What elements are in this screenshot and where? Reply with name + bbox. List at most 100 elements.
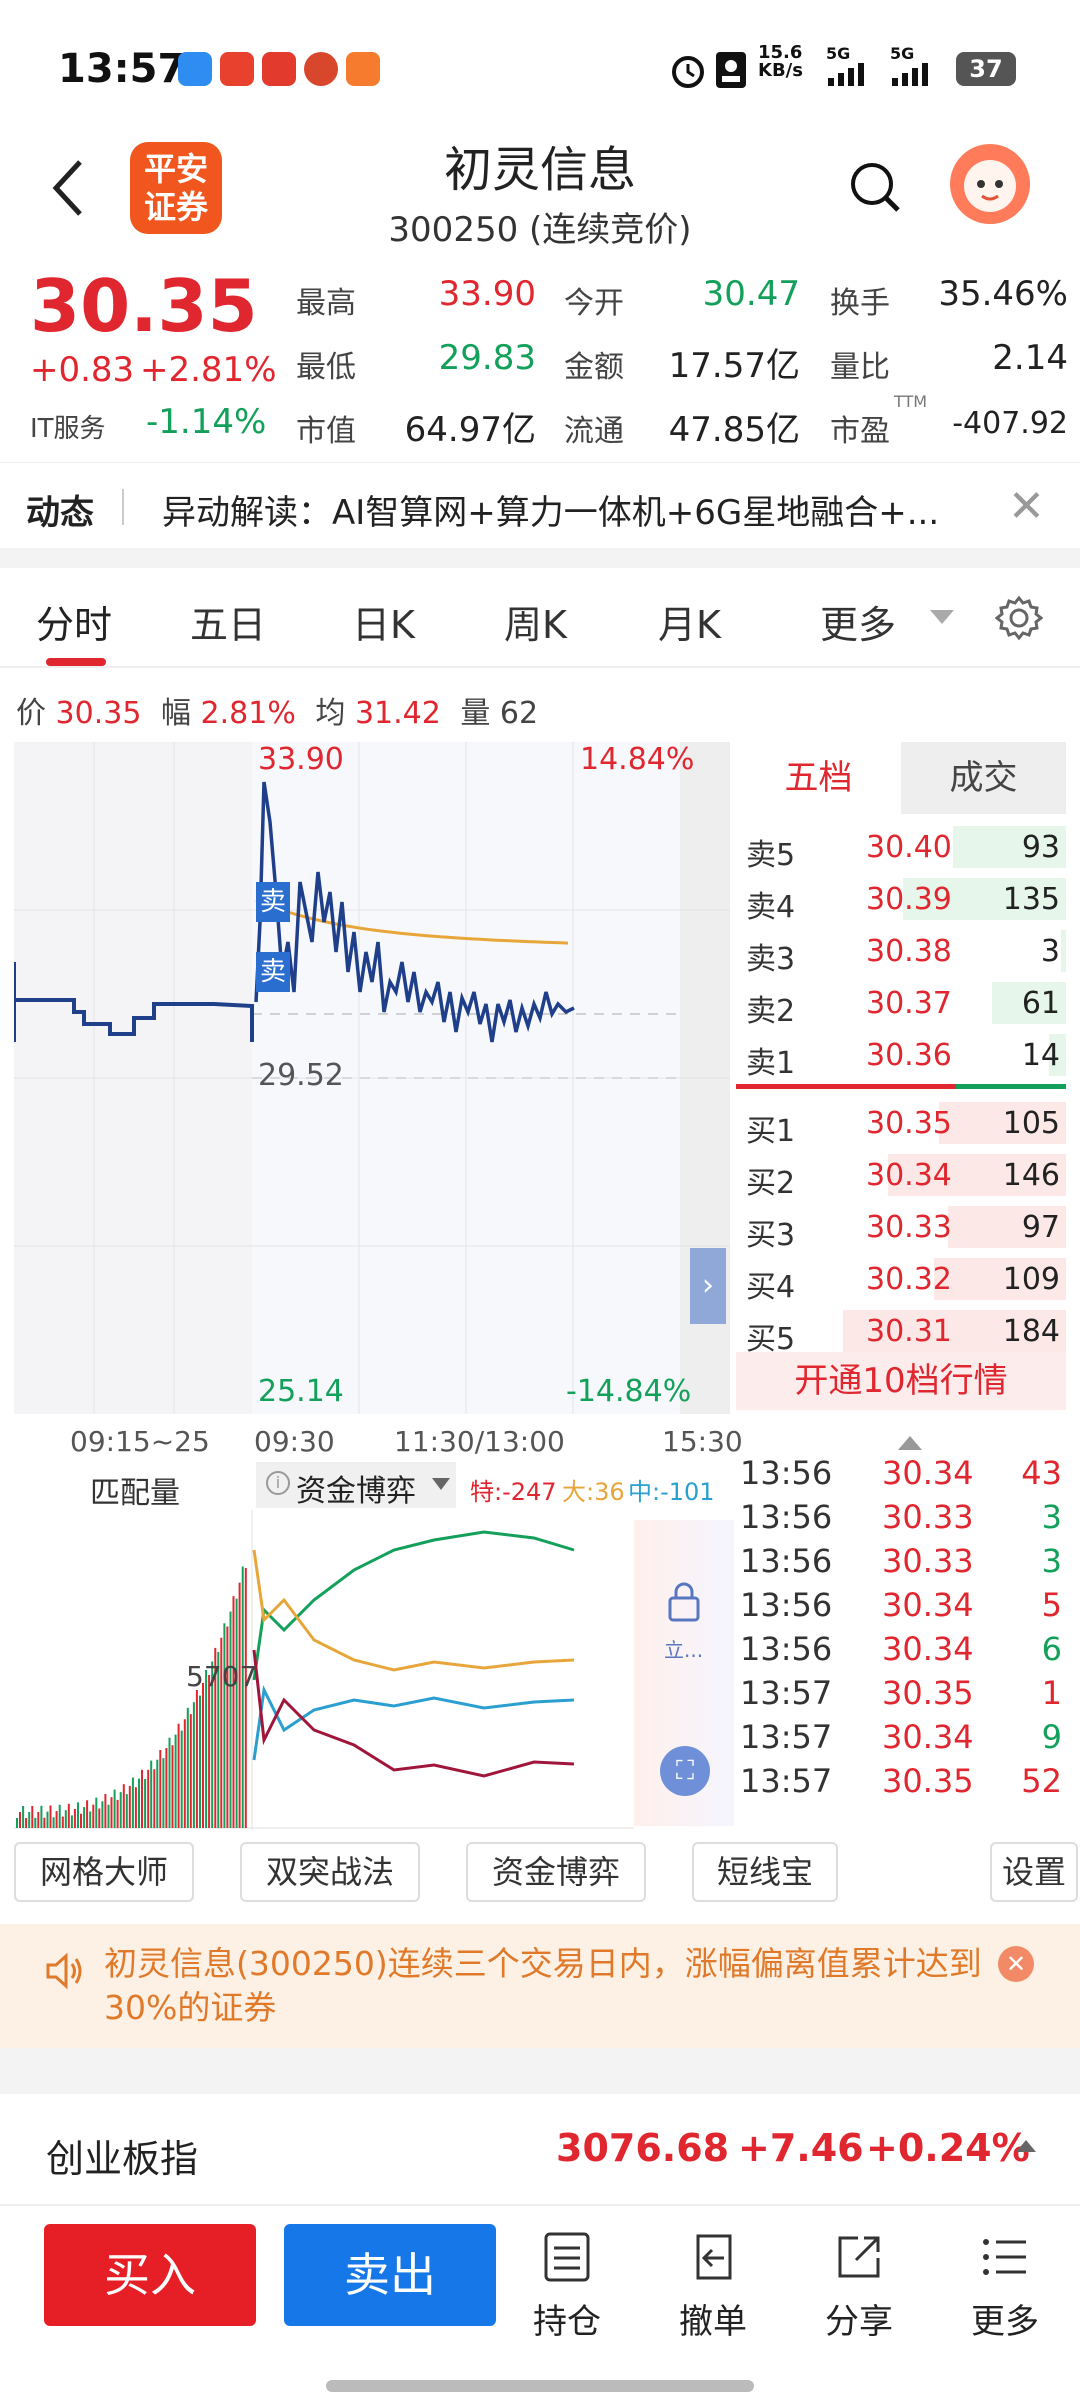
app-notification-icon [220, 52, 254, 86]
home-indicator[interactable] [326, 2380, 754, 2392]
bid-row[interactable]: 买5 30.31 184 [736, 1306, 1066, 1357]
tab-more[interactable]: 更多 [820, 594, 896, 649]
bid-row[interactable]: 买2 30.34 146 [736, 1150, 1066, 1201]
big-flow: 大:36 [562, 1478, 625, 1506]
trade-price: 30.34 [882, 1586, 974, 1624]
auction-volume-bar [235, 1598, 238, 1828]
chevron-up-icon[interactable] [898, 1436, 922, 1450]
locked-feature-pane[interactable]: 立... ⛶ [634, 1520, 734, 1826]
more-button[interactable]: 更多 [950, 2224, 1060, 2344]
chart-top-price: 33.90 [258, 742, 344, 777]
gear-icon[interactable] [995, 594, 1043, 642]
time-axis-label: 09:15~25 [70, 1425, 210, 1458]
trade-price: 30.34 [882, 1454, 974, 1492]
strategy-chip-double-breakout[interactable]: 双突战法 [240, 1842, 420, 1902]
close-icon[interactable]: ✕ [998, 1946, 1034, 1982]
auction-volume-bar [138, 1778, 140, 1828]
ask-row[interactable]: 卖5 30.40 93 [736, 822, 1066, 873]
auction-volume-bar [34, 1817, 37, 1828]
index-row[interactable]: 创业板指 3076.68 +7.46 +0.24% [0, 2100, 1080, 2200]
auction-volume-bar [208, 1674, 211, 1828]
trade-time: 13:57 [740, 1762, 833, 1800]
app-notification-icon [304, 52, 338, 86]
sell-marker[interactable]: 卖 [256, 952, 290, 992]
auction-volume-bar [183, 1719, 186, 1828]
bid-volume: 105 [1002, 1106, 1060, 1141]
time-axis-label: 15:30 [662, 1425, 743, 1458]
tab-daily-k[interactable]: 日K [352, 594, 415, 649]
auction-volume-bar [241, 1566, 244, 1828]
chevron-up-icon[interactable] [1016, 2140, 1036, 2152]
news-text[interactable]: 异动解读：AI智算网+算力一体机+6G星地融合+... [162, 485, 1002, 534]
sell-button[interactable]: 卖出 [284, 2224, 496, 2326]
open-10-levels-button[interactable]: 开通10档行情 [736, 1352, 1066, 1410]
share-button[interactable]: 分享 [804, 2224, 914, 2344]
tab-five-levels[interactable]: 五档 [736, 742, 901, 814]
ask-row[interactable]: 卖2 30.37 61 [736, 978, 1066, 1029]
auction-volume-bar [89, 1811, 92, 1828]
auction-volume-bar [77, 1802, 79, 1828]
fullscreen-icon[interactable]: ⛶ [660, 1746, 710, 1796]
auction-volume-bar [98, 1808, 101, 1828]
sector-name[interactable]: IT服务 [30, 408, 106, 445]
auction-volume-bar [49, 1805, 52, 1828]
ask-row[interactable]: 卖4 30.39 135 [736, 874, 1066, 925]
tab-five-day[interactable]: 五日 [190, 594, 266, 649]
avatar[interactable] [950, 144, 1030, 224]
auction-volume-bar [125, 1794, 128, 1828]
tab-intraday[interactable]: 分时 [36, 594, 112, 649]
strategy-chip-fund-game[interactable]: 资金博弈 [466, 1842, 646, 1902]
bottom-action-bar: 买入 卖出 持仓 撤单 分享 更多 [0, 2204, 1080, 2400]
app-notification-icon [262, 52, 296, 86]
auction-volume-bar [153, 1769, 156, 1828]
bid-row[interactable]: 买3 30.33 97 [736, 1202, 1066, 1253]
tab-weekly-k[interactable]: 周K [504, 594, 567, 649]
ask-level-label: 卖2 [746, 994, 796, 1029]
auction-volume-bar [229, 1611, 232, 1828]
expand-panel-button[interactable]: › [690, 1248, 726, 1324]
cancel-order-button[interactable]: 撤单 [658, 2224, 768, 2344]
bid-price: 30.32 [866, 1262, 952, 1297]
tab-trades[interactable]: 成交 [901, 742, 1066, 814]
close-icon[interactable]: ✕ [1008, 481, 1045, 532]
bid-row[interactable]: 买4 30.32 109 [736, 1254, 1066, 1305]
strategy-chip-grid-master[interactable]: 网格大师 [14, 1842, 194, 1902]
info-icon[interactable]: i [266, 1471, 290, 1495]
section-divider [0, 548, 1080, 568]
positions-button[interactable]: 持仓 [512, 2224, 622, 2344]
auction-volume-bar [70, 1815, 73, 1828]
settings-button[interactable]: 设置 [990, 1842, 1078, 1902]
alert-banner[interactable]: 初灵信息(300250)连续三个交易日内，涨幅偏离值累计达到30%的证券 ✕ [0, 1924, 1080, 2048]
ask-price: 30.38 [866, 934, 952, 969]
auction-volume-bar [131, 1777, 134, 1828]
ask-bid-divider [736, 1084, 956, 1089]
sell-marker[interactable]: 卖 [256, 882, 290, 922]
strategy-chip-short-term[interactable]: 短线宝 [692, 1842, 838, 1902]
news-ticker[interactable]: 动态 异动解读：AI智算网+算力一体机+6G星地融合+... ✕ [0, 462, 1080, 548]
more-label: 更多 [971, 2302, 1039, 2342]
trade-row: 13:56 30.33 3 [736, 1538, 1066, 1582]
auction-volume-bar [199, 1695, 201, 1828]
bid-row[interactable]: 买1 30.35 105 [736, 1098, 1066, 1149]
signal-icon [828, 63, 864, 86]
buy-button[interactable]: 买入 [44, 2224, 256, 2326]
tab-monthly-k[interactable]: 月K [658, 594, 721, 649]
intraday-chart[interactable]: 33.90 14.84% 29.52 25.14 -14.84% 卖 卖 › [12, 742, 730, 1414]
fund-selector[interactable]: i 资金博弈 [256, 1462, 456, 1509]
mktcap-value: 64.97亿 [404, 410, 536, 450]
auction-volume-bar [119, 1792, 122, 1828]
bid-volume: 146 [1002, 1158, 1060, 1193]
ask-price: 30.39 [866, 882, 952, 917]
volratio-value: 2.14 [992, 338, 1068, 378]
auction-volume-bar [19, 1812, 21, 1828]
auction-volume-bar [177, 1723, 180, 1828]
ask-row[interactable]: 卖1 30.36 14 [736, 1030, 1066, 1081]
status-time: 13:57 [58, 46, 186, 92]
bid-price: 30.31 [866, 1314, 952, 1349]
trade-price: 30.33 [882, 1498, 974, 1536]
ask-row[interactable]: 卖3 30.38 3 [736, 926, 1066, 977]
trade-price: 30.34 [882, 1630, 974, 1668]
trade-volume: 9 [1041, 1718, 1062, 1756]
bid-level-label: 买4 [746, 1270, 796, 1305]
search-icon[interactable] [848, 160, 904, 216]
